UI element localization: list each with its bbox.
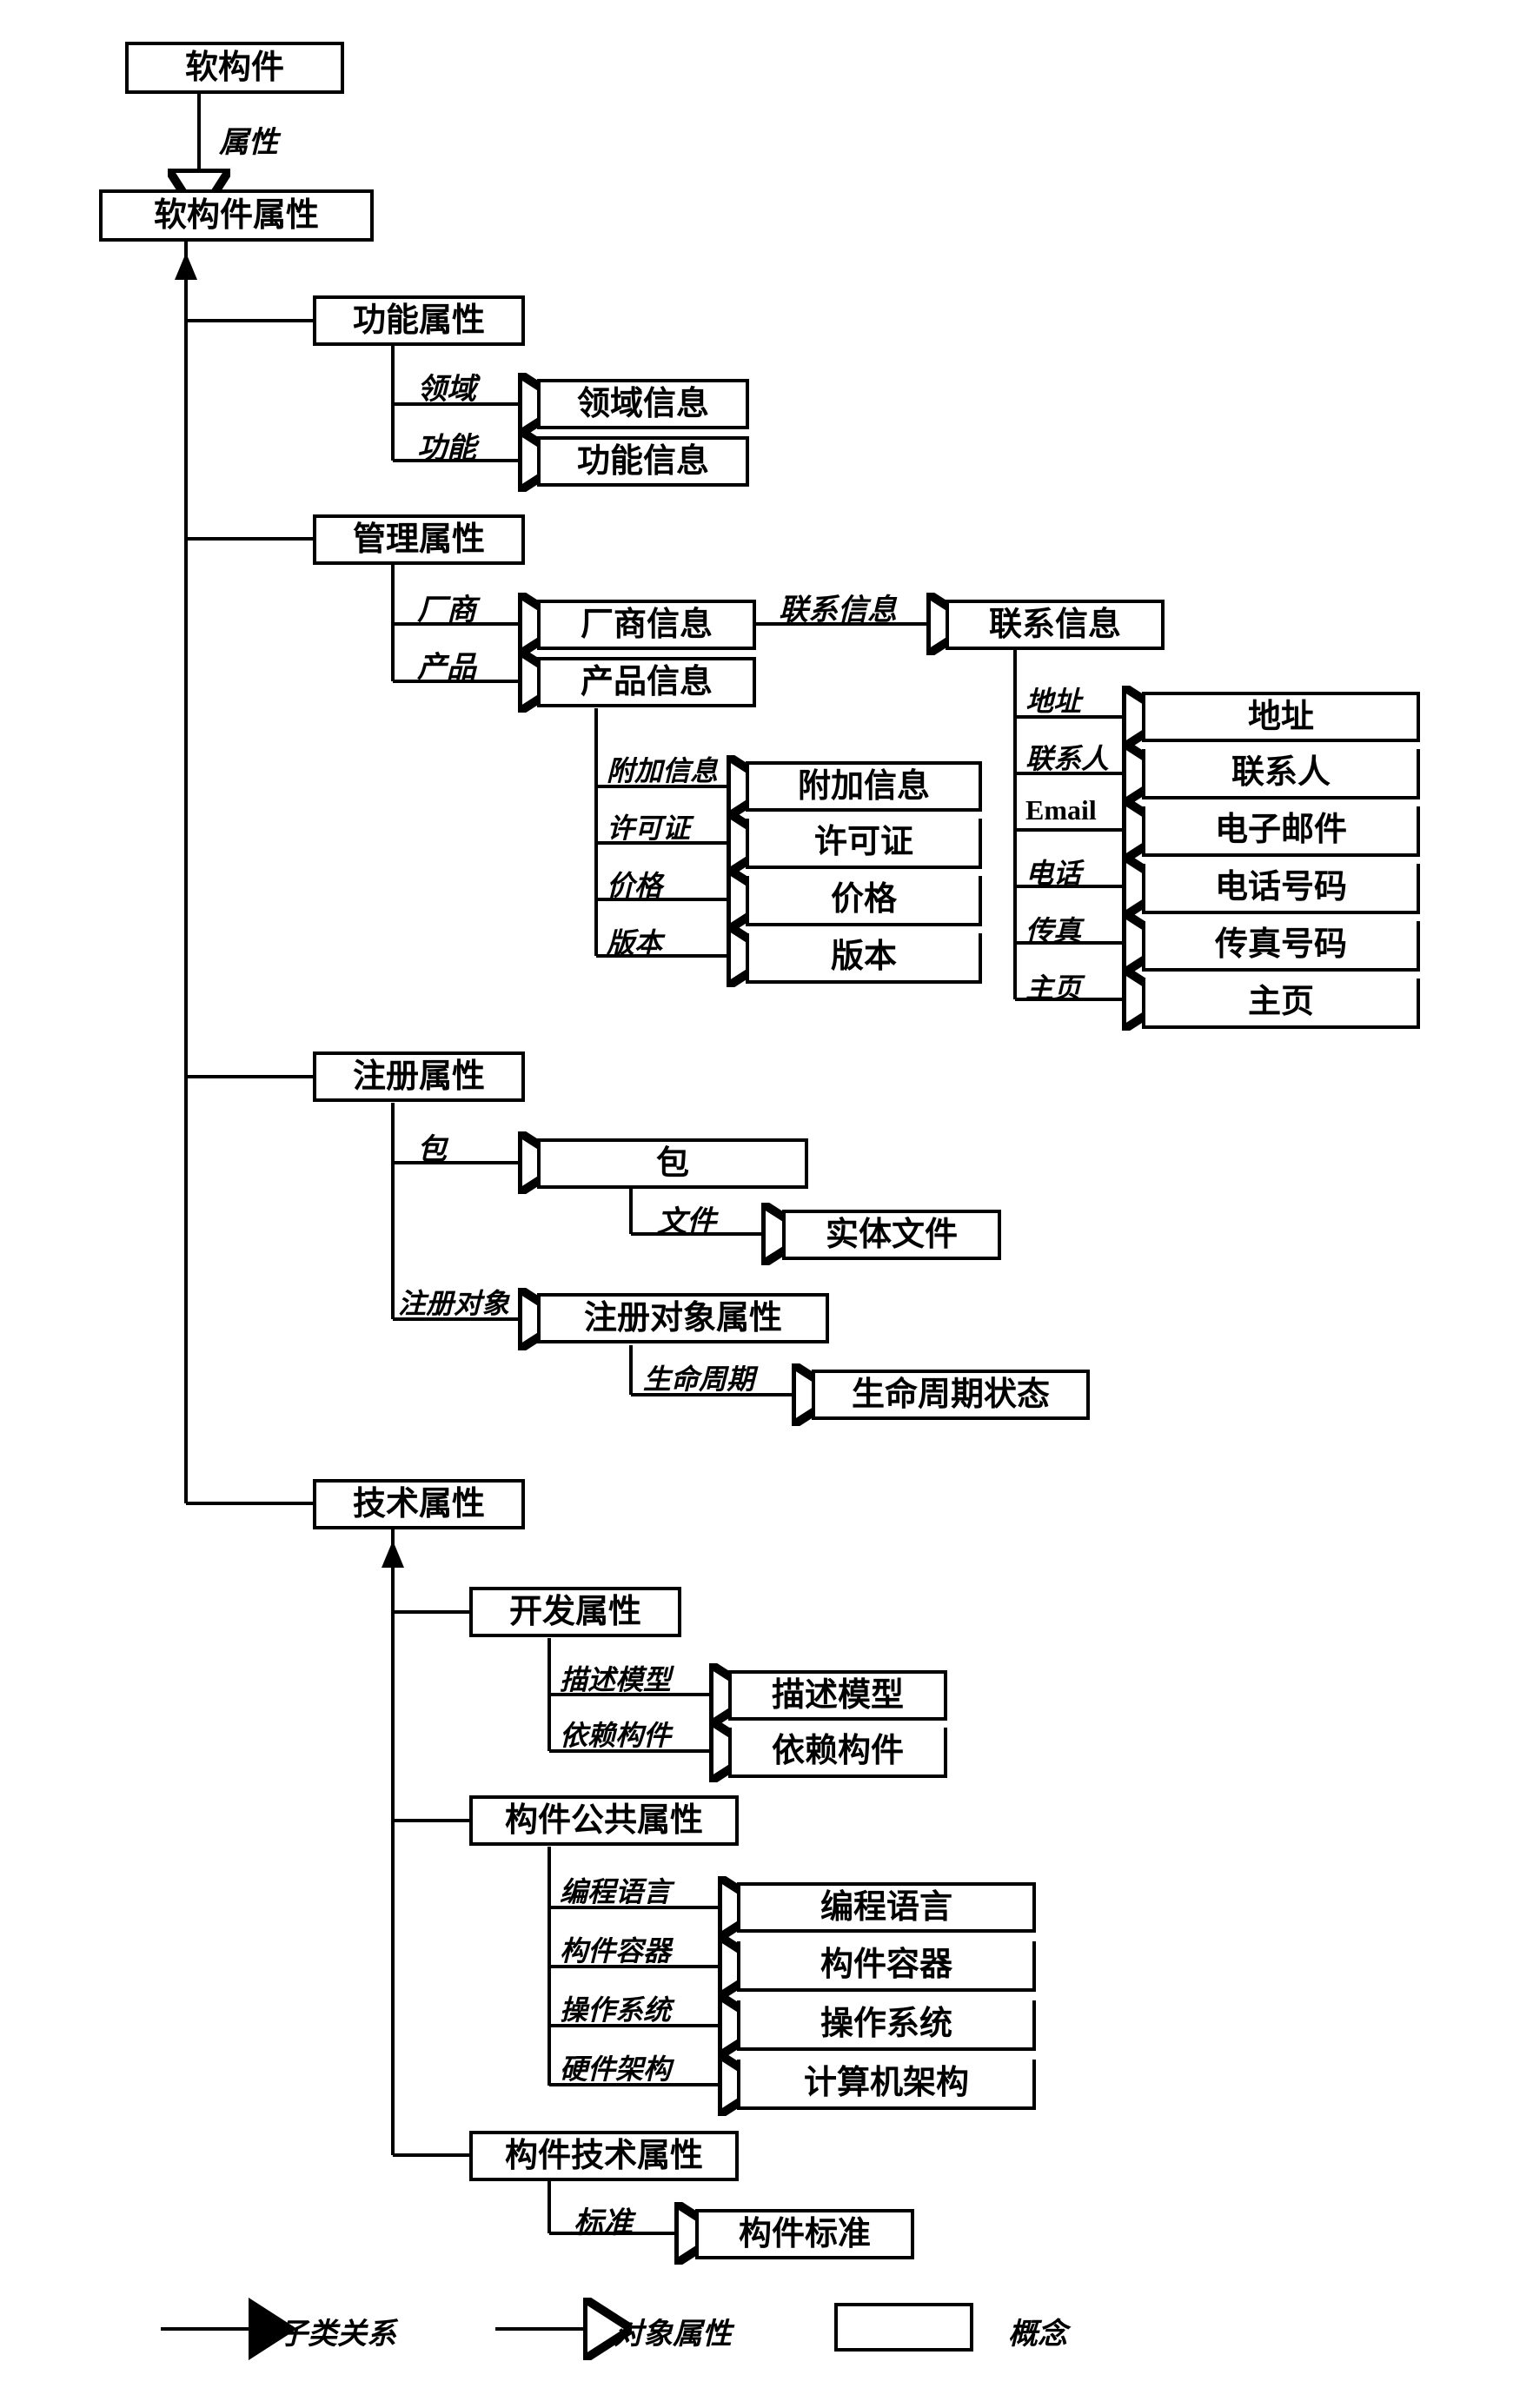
lbl-func-domain: 领域 [417,365,476,408]
node-pub-lang: 编程语言 [737,1882,1036,1933]
node-prod-price: 价格 [746,876,982,926]
node-func-func: 功能信息 [537,436,749,487]
node-reg-attr: 注册属性 [313,1051,525,1102]
lbl-pub-os: 操作系统 [560,1988,671,2028]
lbl-dev-dep: 依赖构件 [560,1714,671,1754]
lbl-prod-price: 价格 [607,864,662,904]
node-reg-pkg: 包 [537,1138,808,1189]
lbl-prod-version: 版本 [607,921,662,961]
node-pub-hw: 计算机架构 [737,2060,1036,2110]
lbl-root-attr: 属性 [219,118,278,161]
node-pub-attr: 构件公共属性 [469,1795,739,1846]
node-comp-tech-attr: 构件技术属性 [469,2131,739,2181]
node-contact-phone: 电话号码 [1142,864,1420,914]
node-pub-os: 操作系统 [737,2000,1036,2051]
node-pub-container: 构件容器 [737,1941,1036,1992]
lbl-mgmt-contact: 联系信息 [779,586,897,628]
node-func-attr: 功能属性 [313,295,525,346]
node-dev-model: 描述模型 [728,1670,947,1721]
node-mgmt-contact: 联系信息 [946,600,1165,650]
legend-objprop: 对象属性 [614,2310,732,2352]
legend-subclass: 子类关系 [278,2310,396,2352]
node-mgmt-attr: 管理属性 [313,514,525,565]
lbl-contact-home: 主页 [1025,966,1081,1006]
node-contact-home: 主页 [1142,978,1420,1029]
diagram-canvas: 软构件 属性 软构件属性 功能属性 领域 领域信息 功能 功能信息 管理属性 厂… [0,0,1533,2408]
node-contact-email: 电子邮件 [1142,806,1420,857]
node-reg-life: 生命周期状态 [812,1370,1090,1420]
lbl-mgmt-product: 产品 [417,643,476,686]
node-dev-dep: 依赖构件 [728,1728,947,1778]
node-contact-addr: 地址 [1142,692,1420,742]
lbl-pub-lang: 编程语言 [560,1870,671,1910]
lbl-contact-email: Email [1025,794,1097,826]
lbl-contact-person: 联系人 [1025,737,1109,777]
node-mgmt-vendor: 厂商信息 [537,600,756,650]
node-prod-addl: 附加信息 [746,761,982,812]
node-root-attr: 软构件属性 [99,189,374,242]
lbl-contact-addr: 地址 [1025,680,1081,720]
lbl-mgmt-vendor: 厂商 [417,586,476,628]
legend-concept: 概念 [1008,2310,1067,2352]
lbl-pub-container: 构件容器 [560,1929,671,1969]
node-reg-obj: 注册对象属性 [537,1293,829,1343]
lbl-reg-file: 文件 [657,1197,716,1240]
node-reg-file: 实体文件 [782,1210,1001,1260]
lbl-contact-fax: 传真 [1025,909,1081,949]
node-mgmt-product: 产品信息 [537,657,756,707]
node-prod-license: 许可证 [746,819,982,869]
node-contact-person: 联系人 [1142,749,1420,799]
node-func-domain: 领域信息 [537,379,749,429]
node-prod-version: 版本 [746,933,982,984]
node-comp-std: 构件标准 [695,2209,914,2259]
node-tech-attr: 技术属性 [313,1479,525,1529]
lbl-comp-std: 标准 [574,2199,633,2241]
node-dev-attr: 开发属性 [469,1587,681,1637]
lbl-prod-addl: 附加信息 [607,749,718,789]
node-root: 软构件 [125,42,344,94]
lbl-reg-life: 生命周期 [643,1357,754,1397]
lbl-pub-hw: 硬件架构 [560,2047,671,2087]
lbl-prod-license: 许可证 [607,806,690,846]
lbl-reg-pkg: 包 [417,1125,447,1168]
legend-concept-box [834,2303,973,2352]
lbl-contact-phone: 电话 [1025,852,1081,892]
lbl-func-func: 功能 [417,424,476,467]
lbl-dev-model: 描述模型 [560,1658,671,1698]
node-contact-fax: 传真号码 [1142,921,1420,972]
lbl-reg-obj: 注册对象 [398,1282,509,1322]
